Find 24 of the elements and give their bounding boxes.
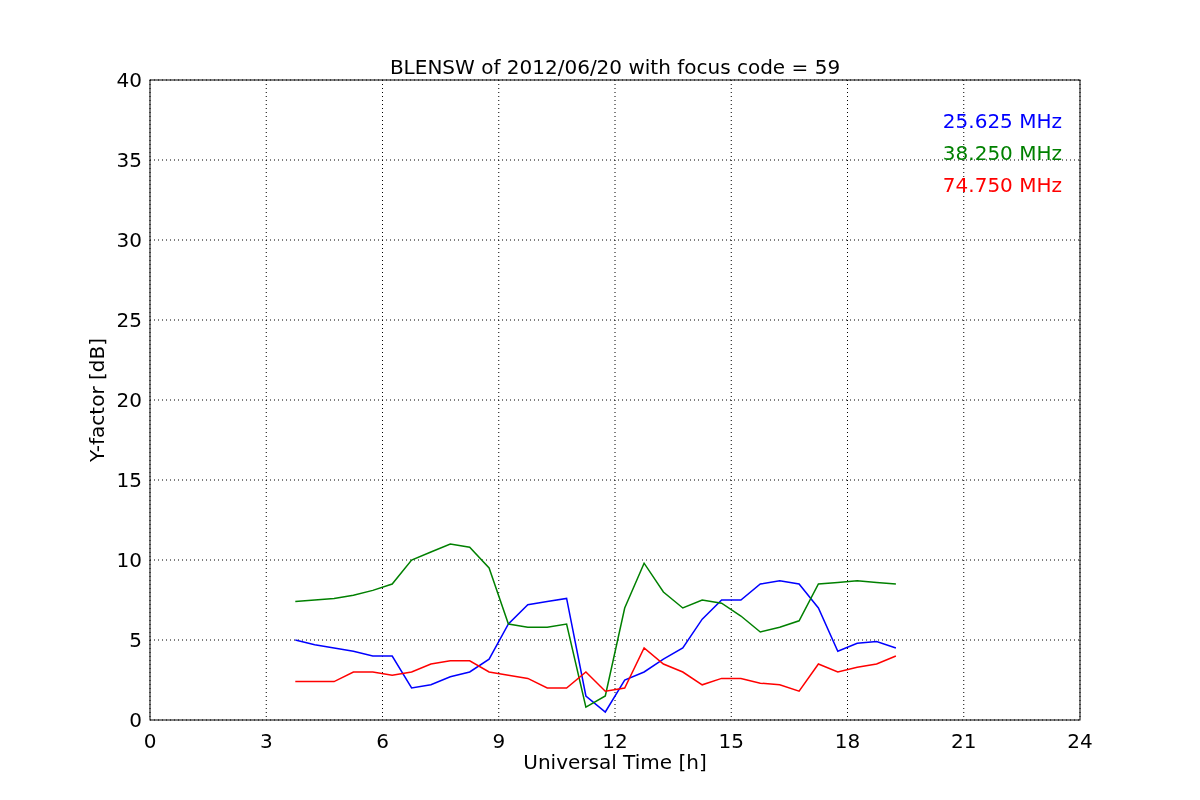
x-axis-label: Universal Time [h]: [523, 750, 707, 774]
legend-label: 74.750 MHz: [942, 173, 1062, 197]
x-tick-label: 18: [834, 729, 861, 753]
x-tick-label: 9: [492, 729, 506, 753]
y-tick-label: 5: [129, 628, 142, 652]
legend-label: 38.250 MHz: [942, 141, 1062, 165]
x-tick-label: 0: [143, 729, 157, 753]
x-tick-label: 15: [718, 729, 744, 753]
y-tick-label: 35: [116, 148, 142, 172]
y-tick-label: 40: [116, 68, 142, 92]
chart-title: BLENSW of 2012/06/20 with focus code = 59: [389, 55, 841, 79]
y-tick-label: 10: [116, 548, 142, 572]
x-tick-label: 6: [376, 729, 389, 753]
legend-label: 25.625 MHz: [942, 109, 1062, 133]
x-tick-label: 3: [259, 729, 273, 753]
y-tick-label: 20: [116, 388, 142, 412]
x-tick-label: 12: [602, 729, 628, 753]
y-tick-label: 30: [116, 228, 142, 252]
x-tick-label: 21: [951, 729, 977, 753]
y-axis-label: Y-factor [dB]: [85, 338, 109, 462]
y-tick-label: 0: [129, 708, 142, 732]
x-tick-label: 24: [1067, 729, 1093, 753]
y-tick-label: 25: [116, 308, 142, 332]
y-tick-label: 15: [116, 468, 142, 492]
